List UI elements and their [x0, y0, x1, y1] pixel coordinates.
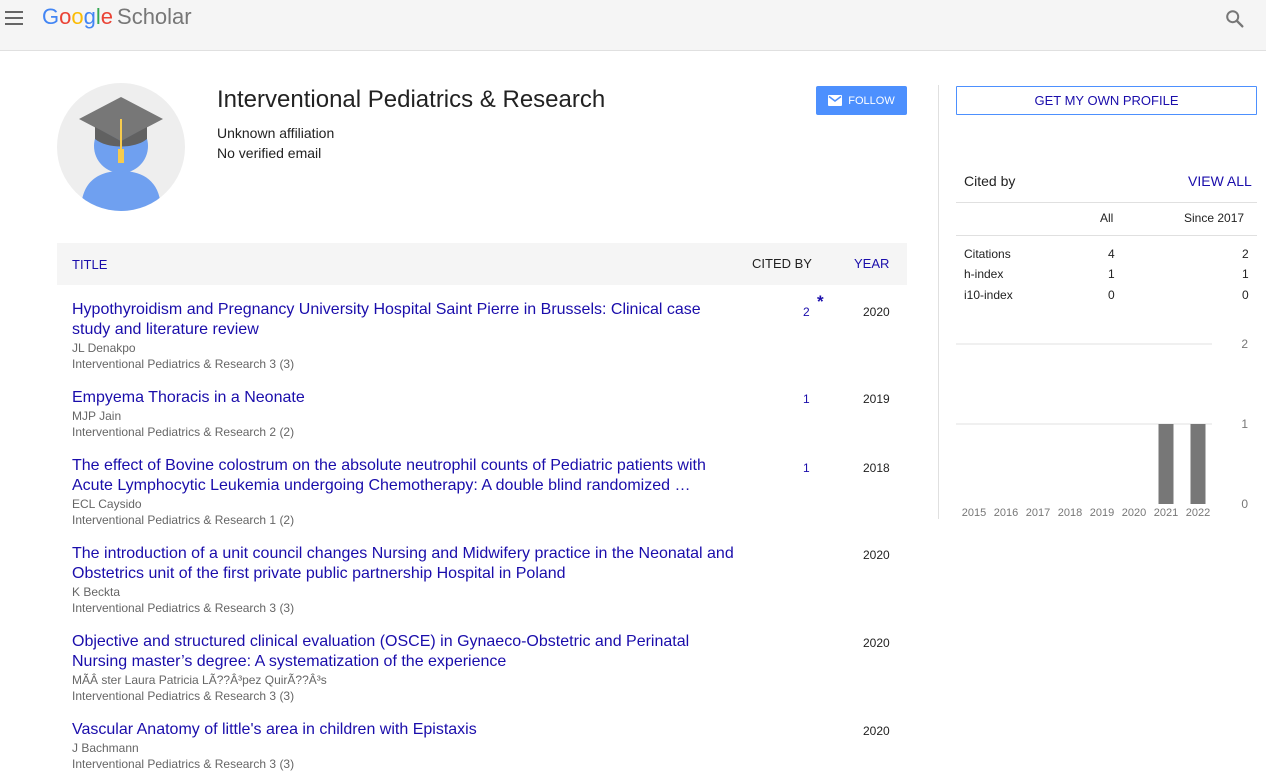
profile-name: Interventional Pediatrics & Research — [217, 86, 606, 113]
sidebar-divider — [938, 85, 939, 519]
default-avatar-icon — [79, 97, 163, 211]
cited-by-count-link[interactable]: 2 — [803, 305, 810, 319]
x-tick-label: 2016 — [994, 507, 1018, 519]
stat-since-value: 0 — [1242, 288, 1249, 302]
y-tick-label: 2 — [1241, 337, 1248, 351]
view-all-link[interactable]: VIEW ALL — [1188, 173, 1252, 189]
article-venue: Interventional Pediatrics & Research 3 (… — [72, 689, 295, 703]
y-tick-label: 1 — [1241, 417, 1248, 431]
divider — [956, 202, 1257, 203]
mail-icon — [828, 95, 843, 106]
article-venue: Interventional Pediatrics & Research 3 (… — [72, 357, 295, 371]
follow-label: FOLLOW — [848, 94, 895, 107]
cited-by-heading: Cited by — [964, 173, 1016, 189]
article-year: 2020 — [863, 636, 890, 650]
profile-email: No verified email — [217, 145, 322, 161]
article-year: 2019 — [863, 392, 890, 406]
stats-col-since: Since 2017 — [1184, 211, 1245, 225]
stat-label: i10-index — [964, 288, 1013, 302]
article-title-link[interactable]: Objective and structured clinical evalua… — [72, 632, 742, 672]
x-tick-label: 2019 — [1090, 507, 1114, 519]
articles-table-header: TITLE CITED BY YEAR — [57, 243, 907, 285]
top-bar: Google Scholar — [0, 0, 1266, 51]
article-title-link[interactable]: The introduction of a unit council chang… — [72, 544, 742, 584]
article-authors: ECL Caysido — [72, 497, 142, 511]
article-title-link[interactable]: The effect of Bovine colostrum on the ab… — [72, 456, 742, 496]
chart-bar-2022[interactable] — [1190, 424, 1206, 504]
hamburger-menu-icon[interactable] — [5, 11, 23, 25]
x-tick-label: 2015 — [962, 507, 986, 519]
article-year: 2020 — [863, 305, 890, 319]
stat-label: h-index — [964, 267, 1004, 281]
stat-since-value: 2 — [1242, 247, 1249, 261]
merged-citation-star[interactable]: * — [817, 292, 824, 312]
cited-by-count-link[interactable]: 1 — [803, 392, 810, 406]
profile-affiliation: Unknown affiliation — [217, 125, 335, 141]
get-my-own-profile-button[interactable]: GET MY OWN PROFILE — [956, 86, 1257, 115]
article-venue: Interventional Pediatrics & Research 3 (… — [72, 757, 295, 771]
article-title-link[interactable]: Vascular Anatomy of little's area in chi… — [72, 720, 742, 740]
cited-by-count-link[interactable]: 1 — [803, 461, 810, 475]
chart-bar-2021[interactable] — [1158, 424, 1174, 504]
divider — [956, 235, 1257, 236]
stat-since-value: 1 — [1242, 267, 1249, 281]
article-venue: Interventional Pediatrics & Research 3 (… — [72, 601, 295, 615]
stat-label: Citations — [964, 247, 1011, 261]
x-tick-label: 2018 — [1058, 507, 1082, 519]
article-year: 2018 — [863, 461, 890, 475]
article-authors: K Beckta — [72, 585, 121, 599]
article-authors: MJP Jain — [72, 409, 122, 423]
x-tick-label: 2022 — [1186, 507, 1210, 519]
article-title-link[interactable]: Empyema Thoracis in a Neonate — [72, 388, 742, 408]
stats-col-all: All — [1100, 211, 1114, 225]
cited-by-column-header[interactable]: CITED BY — [752, 256, 812, 271]
google-scholar-logo[interactable]: Google Scholar — [42, 4, 192, 30]
x-tick-label: 2020 — [1122, 507, 1146, 519]
article-title-link[interactable]: Hypothyroidism and Pregnancy University … — [72, 300, 742, 340]
search-icon[interactable] — [1224, 8, 1246, 30]
article-year: 2020 — [863, 724, 890, 738]
stat-all-value: 4 — [1108, 247, 1115, 261]
stat-all-value: 1 — [1108, 267, 1115, 281]
sort-by-title-link[interactable]: TITLE — [72, 257, 107, 272]
citations-per-year-chart: 2 1 0 2015 2016 2017 2018 2019 2020 2021 2022 — [956, 337, 1248, 519]
x-tick-label: 2021 — [1154, 507, 1178, 519]
x-tick-label: 2017 — [1026, 507, 1050, 519]
article-authors: MÃÂ ster Laura Patricia LÃ??Â³pez QuirÃ?… — [72, 673, 327, 687]
stat-all-value: 0 — [1108, 288, 1115, 302]
y-tick-label: 0 — [1241, 497, 1248, 511]
sort-by-year-link[interactable]: YEAR — [854, 256, 889, 271]
article-authors: J Bachmann — [72, 741, 139, 755]
article-year: 2020 — [863, 548, 890, 562]
avatar — [57, 83, 185, 211]
follow-button[interactable]: FOLLOW — [816, 86, 907, 115]
article-venue: Interventional Pediatrics & Research 2 (… — [72, 425, 295, 439]
article-authors: JL Denakpo — [72, 341, 136, 355]
article-venue: Interventional Pediatrics & Research 1 (… — [72, 513, 295, 527]
